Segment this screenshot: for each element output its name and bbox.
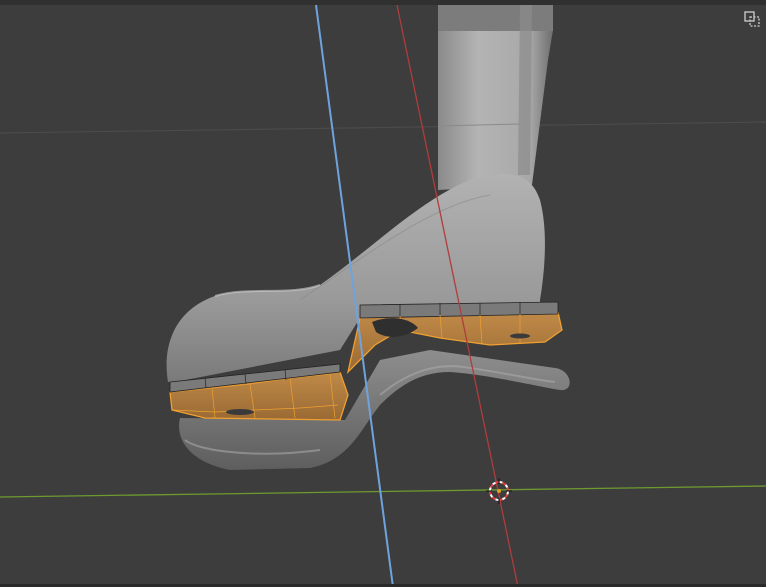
scene-canvas[interactable] <box>0 0 766 587</box>
leg-mesh[interactable] <box>437 5 553 190</box>
toggle-xray-icon[interactable] <box>744 11 760 27</box>
3d-viewport[interactable] <box>0 0 766 587</box>
grid-line-horizon <box>0 121 766 134</box>
y-axis-line <box>0 485 766 498</box>
3d-cursor-icon[interactable] <box>486 478 512 504</box>
